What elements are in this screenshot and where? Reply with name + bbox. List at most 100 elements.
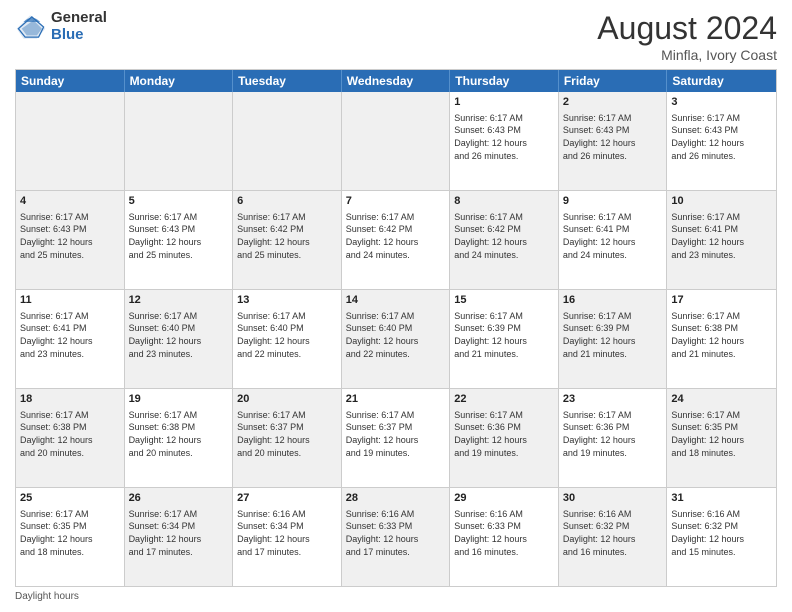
day-info: Sunrise: 6:17 AM Sunset: 6:34 PM Dayligh…	[129, 508, 229, 558]
day-info: Sunrise: 6:17 AM Sunset: 6:35 PM Dayligh…	[671, 409, 772, 459]
day-number: 4	[20, 194, 120, 209]
day-number: 15	[454, 293, 554, 308]
day-info: Sunrise: 6:17 AM Sunset: 6:43 PM Dayligh…	[454, 112, 554, 162]
logo-text: General Blue	[51, 10, 107, 43]
calendar-cell: 12 Sunrise: 6:17 AM Sunset: 6:40 PM Dayli…	[125, 290, 234, 388]
day-info: Sunrise: 6:17 AM Sunset: 6:36 PM Dayligh…	[454, 409, 554, 459]
calendar-cell	[233, 92, 342, 190]
day-number: 17	[671, 293, 772, 308]
calendar-cell: 27 Sunrise: 6:16 AM Sunset: 6:34 PM Dayli…	[233, 488, 342, 586]
day-info: Sunrise: 6:17 AM Sunset: 6:38 PM Dayligh…	[20, 409, 120, 459]
calendar-week-row: 18 Sunrise: 6:17 AM Sunset: 6:38 PM Dayli…	[16, 388, 776, 487]
day-number: 23	[563, 392, 663, 407]
calendar-cell: 1 Sunrise: 6:17 AM Sunset: 6:43 PM Daylig…	[450, 92, 559, 190]
calendar-body: 1 Sunrise: 6:17 AM Sunset: 6:43 PM Daylig…	[16, 92, 776, 586]
day-info: Sunrise: 6:17 AM Sunset: 6:43 PM Dayligh…	[20, 211, 120, 261]
cal-header-day: Friday	[559, 70, 668, 92]
calendar-cell: 26 Sunrise: 6:17 AM Sunset: 6:34 PM Dayli…	[125, 488, 234, 586]
day-number: 8	[454, 194, 554, 209]
day-number: 30	[563, 491, 663, 506]
calendar: SundayMondayTuesdayWednesdayThursdayFrid…	[15, 69, 777, 587]
day-info: Sunrise: 6:17 AM Sunset: 6:43 PM Dayligh…	[563, 112, 663, 162]
calendar-cell: 19 Sunrise: 6:17 AM Sunset: 6:38 PM Dayli…	[125, 389, 234, 487]
title-location: Minfla, Ivory Coast	[597, 47, 777, 63]
day-number: 25	[20, 491, 120, 506]
day-number: 7	[346, 194, 446, 209]
day-info: Sunrise: 6:17 AM Sunset: 6:40 PM Dayligh…	[346, 310, 446, 360]
day-info: Sunrise: 6:17 AM Sunset: 6:43 PM Dayligh…	[129, 211, 229, 261]
title-block: August 2024 Minfla, Ivory Coast	[597, 10, 777, 63]
calendar-cell	[16, 92, 125, 190]
calendar-cell: 15Sunrise: 6:17 AM Sunset: 6:39 PM Dayli…	[450, 290, 559, 388]
calendar-cell: 25 Sunrise: 6:17 AM Sunset: 6:35 PM Dayli…	[16, 488, 125, 586]
day-info: Sunrise: 6:16 AM Sunset: 6:33 PM Dayligh…	[454, 508, 554, 558]
page: General Blue August 2024 Minfla, Ivory C…	[0, 0, 792, 612]
header: General Blue August 2024 Minfla, Ivory C…	[15, 10, 777, 63]
calendar-cell	[342, 92, 451, 190]
day-number: 6	[237, 194, 337, 209]
day-number: 12	[129, 293, 229, 308]
footer-note: Daylight hours	[15, 591, 777, 602]
calendar-cell: 6Sunrise: 6:17 AM Sunset: 6:42 PM Daylig…	[233, 191, 342, 289]
calendar-cell: 18 Sunrise: 6:17 AM Sunset: 6:38 PM Dayli…	[16, 389, 125, 487]
day-number: 28	[346, 491, 446, 506]
calendar-cell: 11 Sunrise: 6:17 AM Sunset: 6:41 PM Dayli…	[16, 290, 125, 388]
calendar-cell: 5 Sunrise: 6:17 AM Sunset: 6:43 PM Daylig…	[125, 191, 234, 289]
calendar-cell: 2Sunrise: 6:17 AM Sunset: 6:43 PM Daylig…	[559, 92, 668, 190]
day-info: Sunrise: 6:17 AM Sunset: 6:38 PM Dayligh…	[129, 409, 229, 459]
cal-header-day: Sunday	[16, 70, 125, 92]
day-info: Sunrise: 6:17 AM Sunset: 6:38 PM Dayligh…	[671, 310, 772, 360]
day-info: Sunrise: 6:17 AM Sunset: 6:37 PM Dayligh…	[237, 409, 337, 459]
calendar-cell: 20 Sunrise: 6:17 AM Sunset: 6:37 PM Dayli…	[233, 389, 342, 487]
day-info: Sunrise: 6:17 AM Sunset: 6:36 PM Dayligh…	[563, 409, 663, 459]
cal-header-day: Saturday	[667, 70, 776, 92]
day-number: 18	[20, 392, 120, 407]
day-info: Sunrise: 6:16 AM Sunset: 6:32 PM Dayligh…	[671, 508, 772, 558]
day-number: 1	[454, 95, 554, 110]
calendar-week-row: 25 Sunrise: 6:17 AM Sunset: 6:35 PM Dayli…	[16, 487, 776, 586]
day-number: 10	[671, 194, 772, 209]
day-info: Sunrise: 6:17 AM Sunset: 6:35 PM Dayligh…	[20, 508, 120, 558]
calendar-cell: 28 Sunrise: 6:16 AM Sunset: 6:33 PM Dayli…	[342, 488, 451, 586]
day-info: Sunrise: 6:17 AM Sunset: 6:41 PM Dayligh…	[563, 211, 663, 261]
day-info: Sunrise: 6:16 AM Sunset: 6:34 PM Dayligh…	[237, 508, 337, 558]
calendar-cell: 17 Sunrise: 6:17 AM Sunset: 6:38 PM Dayli…	[667, 290, 776, 388]
day-number: 27	[237, 491, 337, 506]
day-info: Sunrise: 6:17 AM Sunset: 6:42 PM Dayligh…	[454, 211, 554, 261]
calendar-cell: 22 Sunrise: 6:17 AM Sunset: 6:36 PM Dayli…	[450, 389, 559, 487]
logo-general-text: General	[51, 10, 107, 27]
day-number: 20	[237, 392, 337, 407]
day-info: Sunrise: 6:17 AM Sunset: 6:40 PM Dayligh…	[129, 310, 229, 360]
calendar-cell: 23 Sunrise: 6:17 AM Sunset: 6:36 PM Dayli…	[559, 389, 668, 487]
cal-header-day: Monday	[125, 70, 234, 92]
day-number: 21	[346, 392, 446, 407]
day-info: Sunrise: 6:16 AM Sunset: 6:33 PM Dayligh…	[346, 508, 446, 558]
day-number: 16	[563, 293, 663, 308]
calendar-cell: 4 Sunrise: 6:17 AM Sunset: 6:43 PM Daylig…	[16, 191, 125, 289]
calendar-cell: 29 Sunrise: 6:16 AM Sunset: 6:33 PM Dayli…	[450, 488, 559, 586]
day-number: 13	[237, 293, 337, 308]
cal-header-day: Tuesday	[233, 70, 342, 92]
day-number: 19	[129, 392, 229, 407]
cal-header-day: Wednesday	[342, 70, 451, 92]
day-info: Sunrise: 6:16 AM Sunset: 6:32 PM Dayligh…	[563, 508, 663, 558]
logo-icon	[15, 13, 47, 41]
day-number: 5	[129, 194, 229, 209]
day-number: 29	[454, 491, 554, 506]
calendar-cell: 13Sunrise: 6:17 AM Sunset: 6:40 PM Dayli…	[233, 290, 342, 388]
calendar-cell: 10Sunrise: 6:17 AM Sunset: 6:41 PM Dayli…	[667, 191, 776, 289]
calendar-cell: 31Sunrise: 6:16 AM Sunset: 6:32 PM Dayli…	[667, 488, 776, 586]
logo: General Blue	[15, 10, 107, 43]
calendar-week-row: 1 Sunrise: 6:17 AM Sunset: 6:43 PM Daylig…	[16, 92, 776, 190]
calendar-cell: 16 Sunrise: 6:17 AM Sunset: 6:39 PM Dayli…	[559, 290, 668, 388]
day-info: Sunrise: 6:17 AM Sunset: 6:42 PM Dayligh…	[346, 211, 446, 261]
calendar-cell: 21Sunrise: 6:17 AM Sunset: 6:37 PM Dayli…	[342, 389, 451, 487]
day-info: Sunrise: 6:17 AM Sunset: 6:41 PM Dayligh…	[20, 310, 120, 360]
title-month: August 2024	[597, 10, 777, 47]
day-number: 11	[20, 293, 120, 308]
day-number: 26	[129, 491, 229, 506]
day-number: 9	[563, 194, 663, 209]
day-number: 22	[454, 392, 554, 407]
day-info: Sunrise: 6:17 AM Sunset: 6:39 PM Dayligh…	[563, 310, 663, 360]
day-info: Sunrise: 6:17 AM Sunset: 6:43 PM Dayligh…	[671, 112, 772, 162]
